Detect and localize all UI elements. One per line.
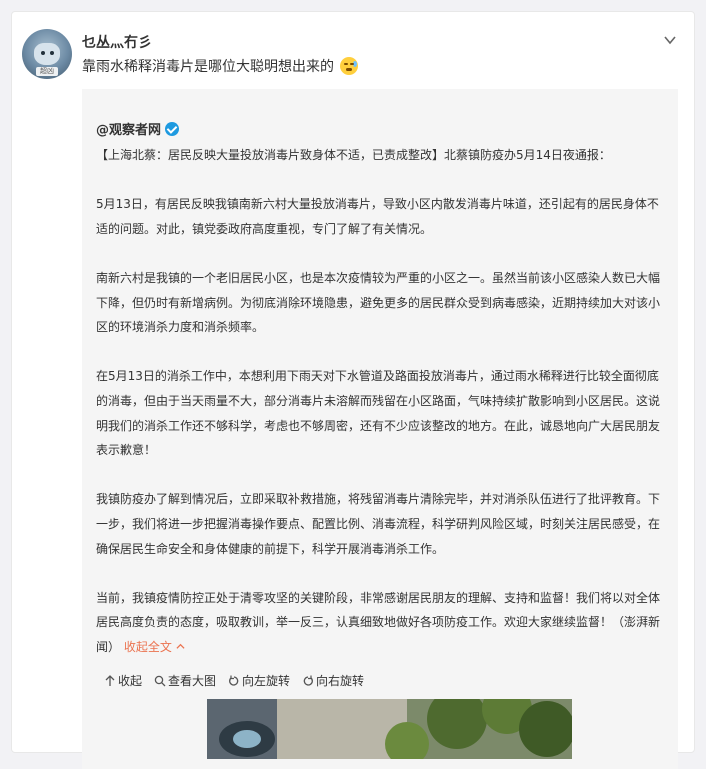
rotate-left-label: 向左旋转	[242, 674, 291, 688]
magnifier-icon	[154, 675, 166, 686]
repost-paragraph: 5月13日，有居民反映我镇南新六村大量投放消毒片，导致小区内散发消毒片味道，还引…	[96, 197, 659, 236]
repost-block: @观察者网 【上海北蔡：居民反映大量投放消毒片致身体不适，已责成整改】北蔡镇防疫…	[82, 89, 678, 769]
rotate-right-button[interactable]: 向右旋转	[302, 672, 364, 689]
post-text: 靠雨水稀释消毒片是哪位大聪明想出来的	[82, 56, 359, 76]
repost-author: @观察者网	[96, 119, 180, 138]
repost-body: 【上海北蔡：居民反映大量投放消毒片致身体不适，已责成整改】北蔡镇防疫办5月14日…	[96, 143, 662, 659]
repost-paragraph-last: 当前，我镇疫情防控正处于清零攻坚的关键阶段，非常感谢居民朋友的理解、支持和监督！…	[96, 586, 662, 660]
post-text-content: 靠雨水稀释消毒片是哪位大聪明想出来的	[82, 59, 334, 75]
view-large-label: 查看大图	[168, 674, 217, 688]
view-large-button[interactable]: 查看大图	[154, 672, 216, 689]
rotate-left-button[interactable]: 向左旋转	[228, 672, 290, 689]
rotate-right-label: 向右旋转	[316, 674, 365, 688]
collapse-image-label: 收起	[118, 674, 143, 688]
collapse-text-link[interactable]: 收起全文	[124, 640, 185, 654]
weibo-card: 超凶 乜丛灬冇彡 靠雨水稀释消毒片是哪位大聪明想出来的 @观察者网 【上海北蔡：…	[11, 11, 695, 769]
avatar-eye	[41, 51, 45, 55]
chevron-up-icon	[176, 643, 185, 649]
collapse-text-label: 收起全文	[123, 639, 172, 654]
arrow-up-icon	[105, 674, 115, 686]
image-toolbar: 收起 查看大图 向左旋转 向右旋转	[104, 672, 364, 689]
repost-paragraph: 南新六村是我镇的一个老旧居民小区，也是本次疫情较为严重的小区之一。虽然当前该小区…	[96, 270, 661, 335]
repost-paragraph: 在5月13日的消杀工作中，本想利用下雨天对下水管道及路面投放消毒片，通过雨水稀释…	[96, 369, 661, 458]
sweat-emoji-icon	[340, 57, 359, 75]
verified-icon	[165, 122, 180, 136]
rotate-left-icon	[229, 675, 239, 686]
avatar[interactable]: 超凶	[22, 29, 72, 79]
chevron-down-icon[interactable]	[662, 32, 678, 48]
repost-paragraph: 【上海北蔡：居民反映大量投放消毒片致身体不适，已责成整改】北蔡镇防疫办5月14日…	[96, 148, 611, 162]
avatar-tag: 超凶	[36, 67, 58, 76]
collapse-image-button[interactable]: 收起	[104, 672, 142, 689]
username[interactable]: 乜丛灬冇彡	[82, 32, 152, 52]
post-image-art	[207, 699, 572, 759]
avatar-face	[34, 43, 60, 65]
repost-paragraph: 我镇防疫办了解到情况后，立即采取补救措施，将残留消毒片清除完毕，并对消杀队伍进行…	[96, 492, 661, 556]
repost-author-link[interactable]: @观察者网	[96, 123, 161, 138]
post-image[interactable]	[207, 699, 572, 759]
avatar-eye	[50, 51, 54, 55]
rotate-right-icon	[303, 675, 314, 686]
